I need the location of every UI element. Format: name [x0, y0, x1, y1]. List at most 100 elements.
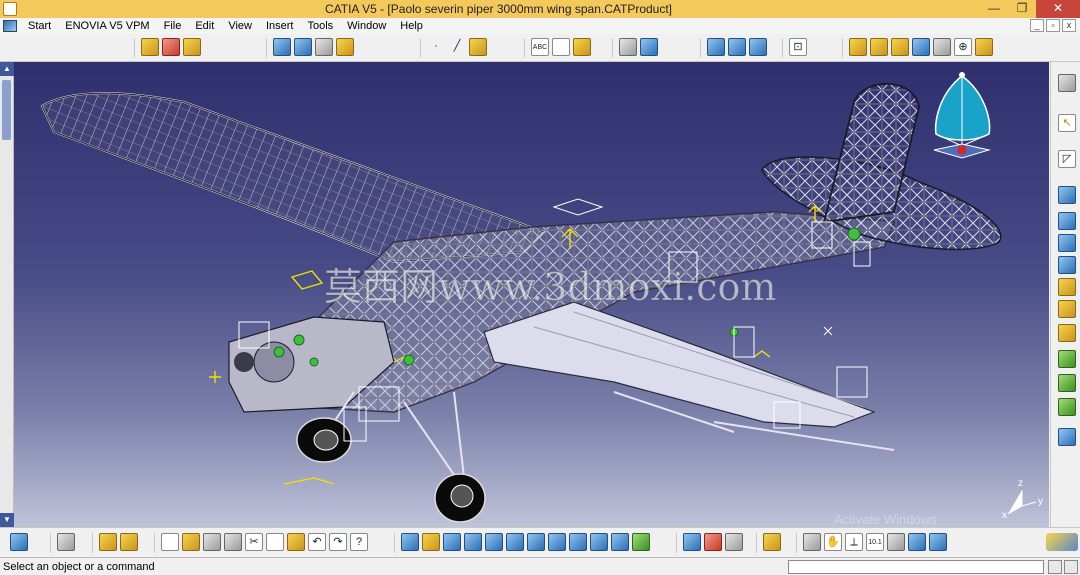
cut-icon[interactable]: ✂	[245, 533, 263, 551]
product-settings-icon[interactable]	[1058, 74, 1076, 92]
snap-icon[interactable]	[120, 533, 138, 551]
new-part-icon[interactable]	[183, 38, 201, 56]
menu-view[interactable]: View	[221, 18, 259, 34]
flexible-subassembly-icon[interactable]	[1058, 350, 1076, 368]
vertical-scrollbar[interactable]: ▲ ▼	[0, 62, 14, 527]
clash-icon[interactable]	[707, 38, 725, 56]
stack-icon[interactable]	[573, 38, 591, 56]
paste-icon[interactable]	[287, 533, 305, 551]
zoom-value-icon[interactable]: 10.1	[866, 533, 884, 551]
fix-component-icon[interactable]	[1058, 278, 1076, 296]
examine-icon[interactable]	[803, 533, 821, 551]
hand-pan-icon[interactable]: ✋	[824, 533, 842, 551]
menu-window[interactable]: Window	[340, 18, 393, 34]
menu-start[interactable]: Start	[21, 18, 59, 35]
graph-tree-reordering-icon[interactable]	[315, 38, 333, 56]
menu-edit[interactable]: Edit	[188, 18, 221, 34]
view-compass-icon[interactable]	[887, 533, 905, 551]
replace-component-icon[interactable]	[294, 38, 312, 56]
measure-icon[interactable]: ◸	[1058, 150, 1076, 168]
constraint-coincidence-icon[interactable]	[1058, 186, 1076, 204]
3d-viewport[interactable]: 莫西网www.3dmoxi.com z x y Activate Windows	[14, 62, 1049, 527]
menu-insert[interactable]: Insert	[259, 18, 301, 34]
swap-visible-space-icon[interactable]	[632, 533, 650, 551]
restore-button[interactable]: ❐	[1008, 0, 1036, 18]
copy-icon[interactable]	[266, 533, 284, 551]
fit-all-icon[interactable]	[422, 533, 440, 551]
constraint-angle-icon[interactable]	[1058, 256, 1076, 274]
new-product-icon[interactable]	[162, 38, 180, 56]
manipulate-icon[interactable]	[99, 533, 117, 551]
text-annotation-icon[interactable]: ABC	[531, 38, 549, 56]
knowledge-icon[interactable]	[725, 533, 743, 551]
macro-icon[interactable]	[57, 533, 75, 551]
scroll-down-icon[interactable]: ▼	[0, 513, 14, 527]
flag-note-icon[interactable]	[552, 38, 570, 56]
constraint-contact-icon[interactable]	[1058, 212, 1076, 230]
normal-view-icon[interactable]	[527, 533, 545, 551]
scroll-up-icon[interactable]: ▲	[0, 62, 14, 76]
generate-numbering-icon[interactable]	[336, 38, 354, 56]
status-button-2[interactable]	[1064, 559, 1078, 574]
status-button-1[interactable]	[1048, 559, 1062, 574]
new-component-icon[interactable]	[141, 38, 159, 56]
change-constraint-icon[interactable]	[1058, 374, 1076, 392]
pan-icon[interactable]	[443, 533, 461, 551]
hide-show-icon[interactable]	[611, 533, 629, 551]
save-icon[interactable]	[203, 533, 221, 551]
new-file-icon[interactable]	[161, 533, 179, 551]
catalog-browser-icon[interactable]	[619, 38, 637, 56]
quick-constraint-icon[interactable]	[1058, 324, 1076, 342]
custom-view-icon[interactable]	[933, 38, 951, 56]
axis-display-icon[interactable]: ⟂	[845, 533, 863, 551]
fly-mode-icon[interactable]	[401, 533, 419, 551]
material-icon[interactable]	[975, 38, 993, 56]
menu-enovia[interactable]: ENOVIA V5 VPM	[58, 18, 156, 34]
line-icon[interactable]: ╱	[448, 38, 466, 56]
customize-icon[interactable]	[763, 533, 781, 551]
menu-help[interactable]: Help	[393, 18, 430, 34]
shading-edges-icon[interactable]	[870, 38, 888, 56]
point-icon[interactable]: ·	[427, 38, 445, 56]
right-wing[interactable]	[483, 301, 876, 428]
mdi-close-button[interactable]: x	[1062, 19, 1076, 32]
reuse-pattern-icon[interactable]	[1058, 398, 1076, 416]
shading-icon[interactable]	[849, 38, 867, 56]
open-icon[interactable]	[182, 533, 200, 551]
print-icon[interactable]	[224, 533, 242, 551]
document-icon[interactable]	[3, 20, 17, 32]
wireframe-icon[interactable]	[912, 38, 930, 56]
depth-effect-icon[interactable]	[908, 533, 926, 551]
scene-icon[interactable]	[640, 38, 658, 56]
lighting-icon[interactable]	[929, 533, 947, 551]
update-icon[interactable]	[10, 533, 28, 551]
fix-together-icon[interactable]	[1058, 300, 1076, 318]
layers-icon[interactable]	[1058, 428, 1076, 446]
shading-hidden-edges-icon[interactable]	[891, 38, 909, 56]
shading-mode-icon[interactable]	[590, 533, 608, 551]
constraint-offset-icon[interactable]	[1058, 234, 1076, 252]
command-input[interactable]	[788, 559, 1044, 574]
close-button[interactable]: ✕	[1036, 0, 1080, 18]
wheel-main[interactable]	[434, 473, 486, 523]
rotate-icon[interactable]	[464, 533, 482, 551]
iso-view-icon[interactable]	[569, 533, 587, 551]
minimize-button[interactable]: —	[980, 0, 1008, 18]
catia-app-icon[interactable]	[3, 2, 17, 16]
zoom-out-icon[interactable]	[506, 533, 524, 551]
whats-this-icon[interactable]: ?	[350, 533, 368, 551]
existing-component-icon[interactable]	[273, 38, 291, 56]
menu-tools[interactable]: Tools	[300, 18, 340, 34]
catalog-icon[interactable]	[704, 533, 722, 551]
tolerance-icon[interactable]	[683, 533, 701, 551]
mdi-restore-button[interactable]: ▫	[1046, 19, 1060, 32]
redo-icon[interactable]: ↷	[329, 533, 347, 551]
scroll-thumb[interactable]	[2, 80, 11, 140]
mdi-minimize-button[interactable]: _	[1030, 19, 1044, 32]
zoom-in-icon[interactable]	[485, 533, 503, 551]
multi-view-icon[interactable]	[548, 533, 566, 551]
undo-icon[interactable]: ↶	[308, 533, 326, 551]
wheel-front[interactable]	[296, 417, 352, 463]
manipulation-icon[interactable]: ⊡	[789, 38, 807, 56]
plane-icon[interactable]	[469, 38, 487, 56]
